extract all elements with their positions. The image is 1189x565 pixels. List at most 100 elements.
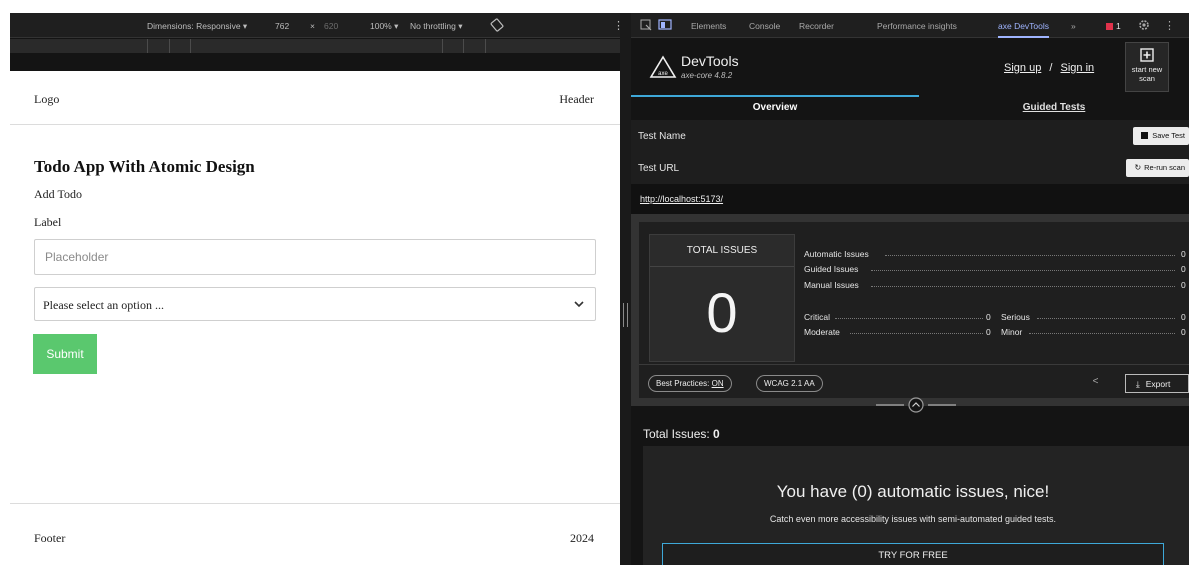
error-badge[interactable]: 1 [1106,21,1121,31]
devtools-tabbar: Elements Console Recorder Performance in… [631,13,1189,38]
tab-guided-tests-label: Guided Tests [1022,102,1086,113]
tab-recorder[interactable]: Recorder [799,21,834,31]
dimensions-times: × [310,21,315,31]
issues-summary-panel: TOTAL ISSUES 0 Automatic Issues 0 Guided… [631,214,1189,406]
tab-console[interactable]: Console [749,21,780,31]
devtools-more-icon[interactable]: ⋮ [1164,19,1175,32]
total-issues-line-value: 0 [713,427,720,441]
issues-summary-card: TOTAL ISSUES 0 Automatic Issues 0 Guided… [639,222,1189,398]
guided-issues-count: 0 [1181,264,1186,274]
no-issues-subtext: Catch even more accessibility issues wit… [769,514,1057,524]
dotted-leader [835,318,983,319]
settings-gear-icon[interactable] [1138,19,1150,31]
axe-logo-text: axe [658,71,668,77]
emulated-page: Logo Header Todo App With Atomic Design … [10,71,620,565]
footer-text: Footer [34,531,66,545]
toolbar-more-icon[interactable]: ⋮ [613,19,620,32]
footer-year: 2024 [570,531,594,545]
axe-core-version[interactable]: axe-core 4.8.2 [681,71,732,80]
rerun-scan-button[interactable]: ↻ Re-run scan [1126,159,1189,177]
splitter-grip[interactable] [623,303,628,327]
chevron-down-icon [574,301,584,308]
wcag-level-pill[interactable]: WCAG 2.1 AA [756,375,823,392]
tab-axe-devtools[interactable]: axe DevTools [998,21,1050,38]
dotted-leader [871,270,1175,271]
auth-separator: / [1049,62,1053,74]
tab-guided-tests[interactable]: Guided Tests [919,95,1189,119]
total-issues-box: TOTAL ISSUES 0 [649,234,795,362]
devtools-panel: Elements Console Recorder Performance in… [631,13,1189,565]
tab-overflow-icon[interactable]: » [1071,21,1076,31]
device-emulation-pane: Dimensions: Responsive ▾ 762 × 620 100% … [10,13,620,565]
save-test-label: Save Test [1152,131,1185,140]
minor-label: Minor [1001,327,1023,337]
add-todo-label: Add Todo [34,187,82,201]
best-practices-value: ON [711,379,724,388]
sign-up-link[interactable]: Sign up [1004,62,1041,74]
media-query-ruler [10,39,620,53]
total-issues-header: TOTAL ISSUES [650,235,794,267]
tab-performance-insights[interactable]: Performance insights [877,21,957,31]
device-toolbar: Dimensions: Responsive ▾ 762 × 620 100% … [10,13,620,38]
page-header: Logo Header [10,71,620,125]
save-icon [1141,132,1149,139]
start-new-scan-button[interactable]: start new scan [1125,42,1169,92]
zoom-dropdown[interactable]: 100% ▾ [370,21,398,32]
page-footer: Footer 2024 [10,503,620,565]
test-url-link[interactable]: http://localhost:5173/ [640,194,723,204]
download-icon: ⤓ [1136,379,1140,389]
serious-label: Serious [1001,312,1030,322]
rotate-icon[interactable] [490,18,504,32]
error-count: 1 [1116,21,1121,31]
todo-input[interactable] [34,239,596,275]
dotted-leader [1037,318,1175,319]
tab-elements[interactable]: Elements [691,21,726,31]
field-label: Label [34,215,62,229]
dotted-leader [885,255,1175,256]
total-issues-line: Total Issues: 0 [643,427,720,441]
test-name-label: Test Name [638,131,686,142]
serious-count: 0 [1181,312,1186,322]
test-url-value-row: http://localhost:5173/ [631,184,1189,214]
total-issues-line-label: Total Issues: [643,427,710,441]
total-issues-count: 0 [706,281,738,344]
height-input[interactable]: 620 [324,21,338,31]
manual-issues-label: Manual Issues [804,280,859,290]
automatic-issues-count: 0 [1181,249,1186,259]
tab-overview[interactable]: Overview [631,95,919,119]
test-url-label: Test URL [638,163,680,174]
test-url-row: Test URL ↻ Re-run scan [631,152,1189,184]
axe-logo-icon: axe [649,55,677,78]
page-title: Todo App With Atomic Design [34,157,255,176]
moderate-count: 0 [986,327,991,337]
sign-in-link[interactable]: Sign in [1061,62,1095,74]
refresh-icon: ↻ [1134,163,1142,172]
throttling-dropdown[interactable]: No throttling ▾ [410,21,462,32]
dotted-leader [871,286,1175,287]
axe-main-tabs: Overview Guided Tests [631,95,1189,119]
dimensions-dropdown[interactable]: Dimensions: Responsive ▾ [147,21,247,32]
save-test-button[interactable]: Save Test [1133,127,1189,145]
best-practices-toggle[interactable]: Best Practices: ON [648,375,732,392]
manual-issues-count: 0 [1181,280,1186,290]
device-toolbar-icon[interactable] [658,19,672,31]
moderate-label: Moderate [804,327,840,337]
try-for-free-button[interactable]: TRY FOR FREE [662,543,1164,565]
critical-label: Critical [804,312,830,322]
export-button[interactable]: ⤓ Export [1125,374,1189,393]
panel-splitter[interactable] [620,13,631,565]
submit-button[interactable]: Submit [33,334,97,374]
option-select[interactable]: Please select an option ... [34,287,596,321]
no-issues-panel: You have (0) automatic issues, nice! Cat… [643,446,1189,565]
new-scan-label: start new scan [1131,65,1163,83]
share-icon[interactable]: < [1088,376,1103,391]
inspect-element-icon[interactable] [640,19,652,31]
no-issues-heading: You have (0) automatic issues, nice! [776,482,1050,501]
select-value: Please select an option ... [43,298,164,312]
width-input[interactable]: 762 [275,21,289,31]
header-text: Header [559,92,594,106]
axe-devtools-title: DevTools [681,53,739,69]
rerun-scan-label: Re-run scan [1144,163,1185,172]
collapse-summary-handle[interactable] [876,397,956,413]
automatic-issues-label: Automatic Issues [804,249,869,259]
